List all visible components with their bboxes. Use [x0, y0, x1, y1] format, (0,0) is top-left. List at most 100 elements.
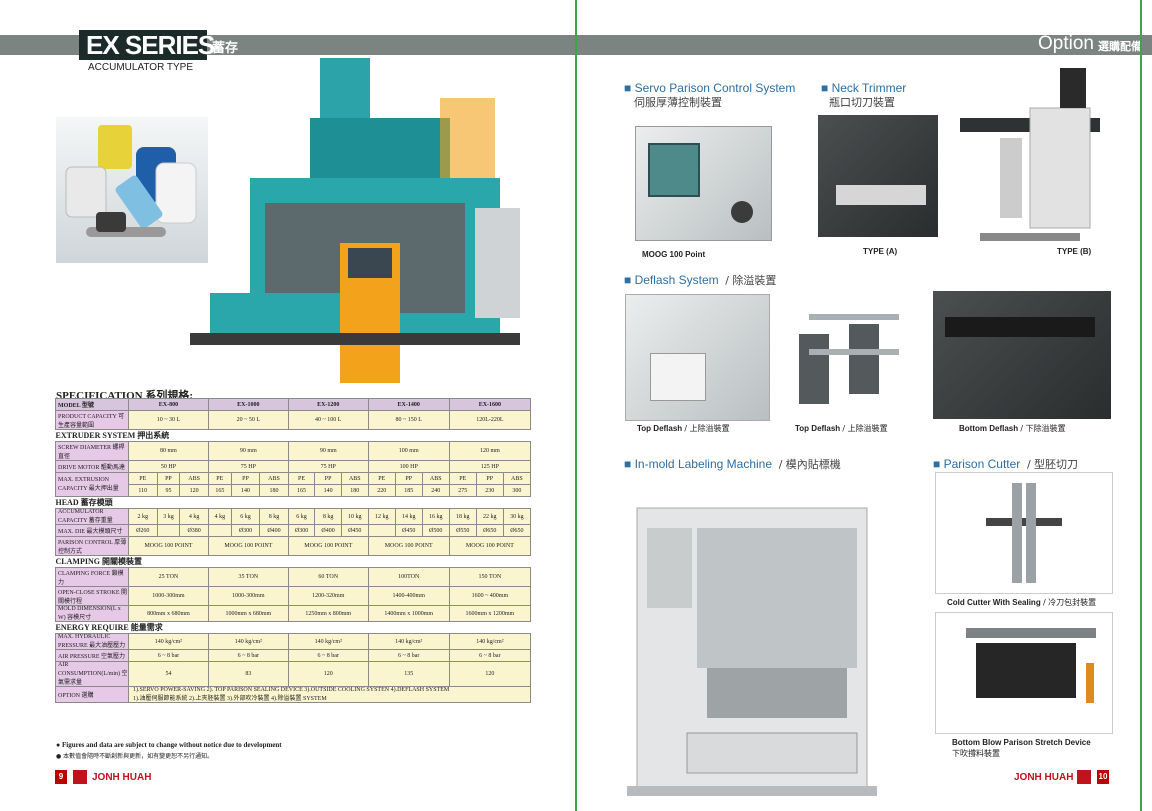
neck-section-title-cn-wrap: 瓶口切刀裝置 — [829, 94, 895, 110]
spec-cell: 300 — [502, 484, 532, 497]
spec-cell: ABS — [502, 472, 532, 485]
spec-cell: PP — [156, 472, 181, 485]
servo-section-title: ■ Servo Parison Control System — [624, 81, 796, 95]
spec-cell: 80 mm — [128, 441, 209, 461]
spec-label: PRODUCT CAPACITY 可生產容量範圍 — [55, 410, 129, 430]
spec-cell: 8 kg — [259, 508, 289, 525]
spec-cell: 1200-320mm — [287, 586, 369, 606]
spec-cell: 800mm x 680mm — [128, 605, 209, 622]
neck-trimmer-a-photo — [818, 115, 938, 237]
spec-label: SCREW DIAMETER 螺桿直徑 — [55, 441, 129, 461]
spec-cell: 135 — [367, 661, 450, 687]
servo-screen — [648, 143, 700, 197]
spec-cell: Ø380 — [179, 524, 209, 537]
spec-cell: Ø400 — [314, 524, 342, 537]
spec-row-hydraulic: MAX. HYDRAULIC PRESSURE 最大油壓壓力 140 kg/cm… — [55, 633, 532, 650]
spec-cell: 120 — [287, 661, 369, 687]
spec-cell: Ø500 — [421, 524, 450, 537]
stretch-device-photo — [935, 612, 1113, 734]
spec-cell: 54 — [128, 661, 209, 687]
spec-cell: 1600mm x 1200mm — [448, 605, 532, 622]
neck-caption-a: TYPE (A) — [863, 247, 898, 256]
spec-cell: 220 — [367, 484, 396, 497]
spec-cell: 6 kg — [230, 508, 261, 525]
spec-cell: 40 ~ 100 L — [287, 410, 369, 430]
spec-row-screw: SCREW DIAMETER 螺桿直徑 80 mm 90 mm 90 mm 10… — [55, 441, 532, 461]
servo-title-cn: 伺服厚薄控制裝置 — [634, 96, 722, 109]
spec-cell: MOOG 100 POINT — [207, 536, 289, 556]
spec-cell: 35 TON — [207, 567, 289, 587]
deflash-caption-1-en: Top Deflash — [637, 424, 683, 433]
ex-series-machine-photo — [190, 38, 526, 383]
iml-machine-graphic — [627, 507, 877, 796]
spec-cell: 90 mm — [207, 441, 289, 461]
spec-label: MOLD DIMENSION(L x W) 容模尺寸 — [55, 605, 129, 622]
deflash-caption-1-cn: / 上除溢裝置 — [684, 424, 730, 433]
deflash-photo-3 — [933, 291, 1111, 419]
spec-cell: Ø650 — [502, 524, 532, 537]
spec-cell: 140 — [314, 484, 342, 497]
spec-cell: 140 — [230, 484, 261, 497]
spec-row-option: OPTION 選購 1).SERVO POWER-SAVING 2). TOP … — [55, 686, 531, 703]
iml-machine-photo — [627, 488, 877, 798]
spec-cell: Ø400 — [259, 524, 289, 537]
spec-cell: 25 TON — [128, 567, 209, 587]
spec-row-clamp-force: CLAMPING FORCE 鎖模力 25 TON 35 TON 60 TON … — [55, 567, 532, 587]
spec-cell: 140 kg/cm² — [287, 633, 369, 650]
right-edge-border — [1140, 0, 1142, 811]
neck-title-cn: 瓶口切刀裝置 — [829, 96, 895, 109]
spec-row-drive: DRIVE MOTOR 驅動馬達 50 HP 75 HP 75 HP 100 H… — [55, 460, 532, 473]
spec-header-row: MODEL 型號 EX-800 EX-1000 EX-1200 EX-1400 … — [55, 398, 532, 411]
spec-cell: ABS — [340, 472, 369, 485]
cutter-title-en: Parison Cutter — [943, 457, 1021, 471]
spec-section-head: HEAD 蓄存模頭 — [55, 496, 531, 509]
spec-cell: 100 mm — [367, 441, 450, 461]
spec-cell: 22 kg — [475, 508, 504, 525]
spec-label: DRIVE MOTOR 驅動馬達 — [55, 460, 129, 473]
spec-header-cell: MODEL 型號 — [55, 398, 129, 411]
spec-cell: PP — [394, 472, 423, 485]
section-title: CLAMPING 開關模裝置 — [55, 555, 531, 568]
spec-section-extruder: EXTRUDER SYSTEM 押出系統 — [55, 429, 531, 442]
spec-cell: 83 — [207, 661, 289, 687]
servo-knob — [731, 201, 753, 223]
spec-cell: 1000-300mm — [207, 586, 289, 606]
spec-cell: 90 mm — [287, 441, 369, 461]
option-title-cn: 選購配備 — [1098, 40, 1142, 53]
spec-label: CLAMPING FORCE 鎖模力 — [55, 567, 129, 587]
cutter-caption-2: Bottom Blow Parison Stretch Device — [952, 738, 1091, 747]
spec-section-energy: ENERGY REQUIRE 能量需求 — [55, 621, 531, 634]
spec-cell: 1400mm x 1000mm — [367, 605, 450, 622]
page-subtitle: ACCUMULATOR TYPE — [88, 62, 194, 73]
spec-cell: ABS — [179, 472, 209, 485]
spec-label: ACCUMULATOR CAPACITY 蓄存重量 — [55, 508, 129, 525]
spec-cell: MOOG 100 POINT — [128, 536, 209, 556]
right-page: Option 選購配備 ■ Servo Parison Control Syst… — [577, 0, 1152, 811]
spec-section-clamping: CLAMPING 開關模裝置 — [55, 555, 531, 568]
spec-cell: 230 — [475, 484, 504, 497]
deflash-title-cn: 除溢裝置 — [732, 274, 777, 287]
spec-cell: 20 ~ 50 L — [207, 410, 289, 430]
spec-label: PARISON CONTROL 厚薄控制方式 — [55, 536, 129, 556]
spec-header-cell: EX-1000 — [207, 398, 289, 411]
spec-cell: 14 kg — [394, 508, 423, 525]
spec-cell: Ø450 — [340, 524, 369, 537]
spec-cell: 16 kg — [421, 508, 450, 525]
deflash-caption-3: Bottom Deflash / 下除溢裝置 — [959, 423, 1066, 434]
deflash-photo-2 — [789, 294, 899, 419]
spec-label: MAX. HYDRAULIC PRESSURE 最大油壓壓力 — [55, 633, 129, 650]
disclaimer-en: ● Figures and data are subject to change… — [56, 741, 282, 749]
neck-trimmer-blade — [836, 185, 926, 205]
spec-cell: 10 ~ 30 L — [128, 410, 209, 430]
cutter-caption-1: Cold Cutter With Sealing / 冷刀包封裝置 — [947, 597, 1096, 608]
deflash-section-title: ■ Deflash System / 除溢裝置 — [624, 273, 777, 287]
spec-cell: 80 ~ 150 L — [367, 410, 450, 430]
deflash-caption-3-en: Bottom Deflash — [959, 424, 1019, 433]
spec-cell: 75 HP — [287, 460, 369, 473]
option-line-cn: 1).油壓伺服節能系統 2).上夾胚裝置 3).外部吹冷裝置 4).除溢裝置 S… — [133, 696, 327, 702]
iml-title-en: In-mold Labeling Machine — [634, 457, 773, 471]
brand-logo-icon — [73, 770, 87, 784]
spec-cell: 6 ~ 8 bar — [287, 649, 369, 662]
spec-cell: PP — [230, 472, 261, 485]
spec-cell: 120 — [448, 661, 532, 687]
